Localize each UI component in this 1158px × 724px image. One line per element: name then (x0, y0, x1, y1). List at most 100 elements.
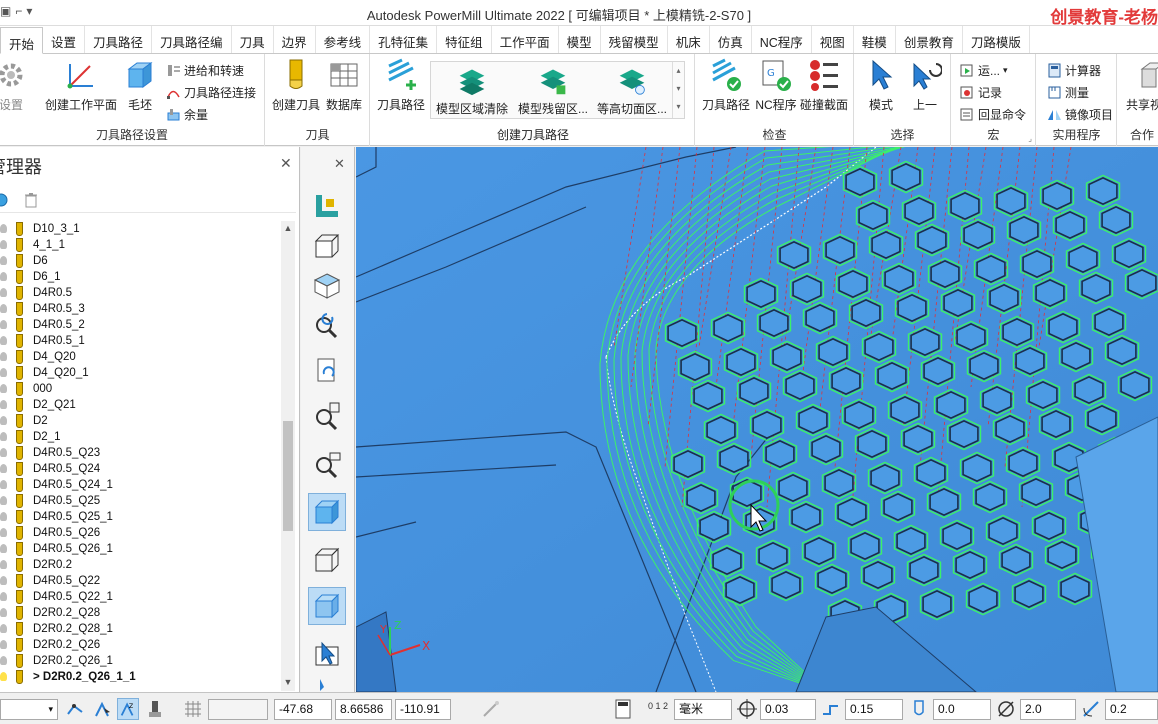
tab-holes[interactable]: 孔特征集 (370, 26, 438, 53)
toolpath-connections-button[interactable]: 刀具路径连接 (166, 84, 256, 101)
graphics-viewport[interactable]: X Z Y (356, 147, 1158, 692)
wireframe-view-button[interactable] (308, 541, 346, 579)
tab-toolpath-edit[interactable]: 刀具路径编 (152, 26, 232, 53)
close-icon[interactable]: ✕ (280, 155, 292, 172)
list-item[interactable]: D4R0.5_2 (0, 317, 280, 333)
list-item[interactable]: 4_1_1 (0, 237, 280, 253)
lightbulb-icon[interactable] (0, 448, 7, 457)
lightbulb-icon[interactable] (0, 608, 7, 617)
list-item[interactable]: D4_Q20 (0, 349, 280, 365)
list-item[interactable]: D4R0.5_Q22_1 (0, 589, 280, 605)
database-button[interactable]: 数据库 (324, 58, 364, 113)
close-icon[interactable]: ✕ (334, 156, 345, 172)
coordinate-z[interactable]: -110.91 (395, 699, 451, 720)
lightbulb-icon[interactable] (0, 368, 7, 377)
macro-record-button[interactable]: 记录 (960, 84, 1002, 101)
select-mode-button[interactable]: 模式 (861, 58, 901, 113)
tab-view[interactable]: 视图 (812, 26, 854, 53)
more-view-button[interactable] (308, 675, 346, 691)
list-item[interactable]: D4R0.5_Q23 (0, 445, 280, 461)
list-item[interactable]: D4R0.5_Q24 (0, 461, 280, 477)
allowance-button[interactable]: 余量 (166, 106, 208, 123)
macro-run-button[interactable]: 运... ▾ (960, 62, 1008, 79)
list-item[interactable]: D10_3_1 (0, 221, 280, 237)
list-item[interactable]: D2R0.2_Q28 (0, 605, 280, 621)
lightbulb-icon[interactable] (0, 656, 7, 665)
setup-button[interactable]: 设置 (0, 58, 28, 113)
list-item[interactable]: D4_Q20_1 (0, 365, 280, 381)
block-view-button[interactable] (308, 587, 346, 625)
lightbulb-icon[interactable] (0, 544, 7, 553)
lightbulb-icon[interactable] (0, 352, 7, 361)
lightbulb-icon[interactable] (0, 592, 7, 601)
snap-icon[interactable] (64, 698, 86, 720)
block-button[interactable]: 毛坯 (122, 58, 158, 113)
calculator-status-icon[interactable] (612, 698, 634, 720)
delete-icon[interactable] (24, 192, 38, 208)
verify-nc-program-button[interactable]: G NC程序 (754, 58, 798, 113)
tab-tool[interactable]: 刀具 (232, 26, 274, 53)
view-iso-button[interactable] (308, 227, 346, 265)
scroll-up-icon[interactable]: ▲ (281, 223, 295, 235)
lightbulb-icon[interactable] (0, 240, 7, 249)
list-item[interactable]: D2 (0, 413, 280, 429)
select-view-button[interactable] (308, 635, 346, 673)
gallery-scroll[interactable]: ▴ ▾ ▾ (672, 62, 684, 118)
list-item[interactable]: D4R0.5_Q24_1 (0, 477, 280, 493)
list-item[interactable]: D4R0.5_Q26 (0, 525, 280, 541)
tab-nc-program[interactable]: NC程序 (752, 26, 812, 53)
lightbulb-icon[interactable] (0, 336, 7, 345)
tab-home[interactable]: 开始 (0, 27, 44, 54)
zoom-rotate-button[interactable] (308, 307, 346, 345)
lightbulb-icon[interactable] (0, 560, 7, 569)
tab-chuangjing[interactable]: 创景教育 (896, 26, 963, 53)
lightbulb-icon[interactable] (0, 528, 7, 537)
list-item[interactable]: D2_1 (0, 429, 280, 445)
tab-stock-model[interactable]: 残留模型 (601, 26, 668, 53)
model-scene[interactable]: X Z Y (356, 147, 1158, 692)
tab-feature-group[interactable]: 特征组 (437, 26, 492, 53)
coordinate-x[interactable]: -47.68 (274, 699, 332, 720)
list-item[interactable]: D2R0.2_Q26_1 (0, 653, 280, 669)
snap-point-icon[interactable] (92, 698, 114, 720)
lightbulb-icon[interactable] (0, 640, 7, 649)
list-item[interactable]: D4R0.5_Q22 (0, 573, 280, 589)
tab-model[interactable]: 模型 (559, 26, 601, 53)
create-workplane-button[interactable]: 创建工作平面 (43, 58, 119, 113)
lightbulb-icon[interactable] (0, 288, 7, 297)
tab-simulation[interactable]: 仿真 (710, 26, 752, 53)
grid-icon[interactable] (182, 698, 204, 720)
create-tool-button[interactable]: 创建刀具 (270, 58, 322, 113)
tolerance-field[interactable]: 0.03 (760, 699, 816, 720)
calculator-button[interactable]: 计算器 (1047, 62, 1101, 79)
tab-workplane[interactable]: 工作平面 (492, 26, 559, 53)
tab-toolpath-template[interactable]: 刀路模版 (963, 26, 1030, 53)
lightbulb-icon[interactable] (0, 512, 7, 521)
collision-section-button[interactable]: 碰撞截面 (798, 58, 850, 113)
list-item[interactable]: D4R0.5_Q26_1 (0, 541, 280, 557)
zoom-fit-button[interactable] (308, 397, 346, 435)
shaded-view-button[interactable] (308, 493, 346, 531)
lightbulb-icon[interactable] (0, 576, 7, 585)
dialog-launcher-icon[interactable]: ⌟ (1028, 134, 1032, 143)
lightbulb-icon[interactable] (0, 464, 7, 473)
macro-echo-button[interactable]: 回显命令 (960, 106, 1026, 123)
constant-z-button[interactable]: 等高切面区... (593, 66, 671, 117)
view-top-button[interactable] (308, 267, 346, 305)
tool-holder-icon[interactable] (144, 698, 166, 720)
lightbulb-icon[interactable] (0, 384, 7, 393)
diameter-field[interactable]: 2.0 (1020, 699, 1076, 720)
list-item[interactable]: D4R0.5 (0, 285, 280, 301)
list-item[interactable]: D2R0.2 (0, 557, 280, 573)
lightbulb-icon[interactable] (0, 224, 7, 233)
wand-icon[interactable] (480, 698, 502, 720)
workplane-select[interactable]: ▾ (0, 699, 58, 720)
lightbulb-icon[interactable] (0, 416, 7, 425)
list-item[interactable]: D4R0.5_Q25_1 (0, 509, 280, 525)
list-item[interactable]: D6_1 (0, 269, 280, 285)
lightbulb-icon[interactable] (0, 272, 7, 281)
lightbulb-icon[interactable] (0, 432, 7, 441)
tab-shoe-mold[interactable]: 鞋模 (854, 26, 896, 53)
tab-machine[interactable]: 机床 (668, 26, 710, 53)
coordinate-y[interactable]: 8.66586 (335, 699, 392, 720)
